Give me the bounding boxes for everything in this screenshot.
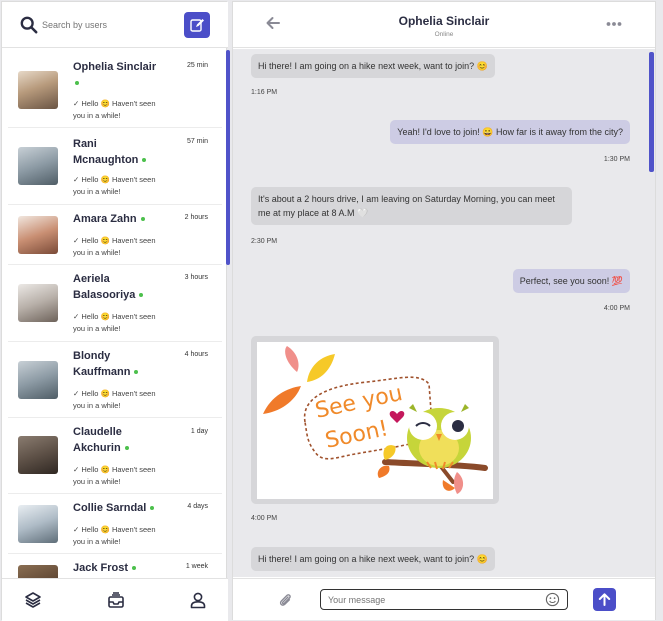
online-indicator	[132, 566, 137, 571]
svg-text:See you: See you	[313, 381, 405, 424]
message-list-scrollbar[interactable]	[649, 52, 654, 172]
contact-list: Ophelia Sinclair 25 min ✓ Hello 😊 Haven'…	[2, 50, 228, 578]
emoji-icon[interactable]	[545, 592, 560, 607]
contact-preview: ✓ Hello 😊 Haven't seen you in a while!	[73, 99, 156, 120]
avatar	[18, 361, 58, 399]
online-indicator	[75, 81, 79, 86]
layers-icon[interactable]	[24, 591, 42, 609]
bottom-nav	[2, 578, 228, 621]
inbox-icon[interactable]	[107, 591, 125, 609]
contact-preview: ✓ Hello 😊 Haven't seen you in a while!	[73, 175, 156, 196]
contact-time: 1 day	[190, 428, 208, 435]
contacts-panel: Ophelia Sinclair 25 min ✓ Hello 😊 Haven'…	[1, 1, 228, 621]
message-composer	[233, 578, 655, 620]
message-incoming: Hi there! I am going on a hike next week…	[251, 54, 495, 78]
contact-time: 25 min	[186, 62, 208, 69]
contact-name: Jack Frost	[73, 560, 163, 576]
send-button[interactable]	[593, 588, 616, 611]
contact-name: Rani Mcnaughton	[73, 136, 163, 168]
contact-item[interactable]: Amara Zahn 2 hours ✓ Hello 😊 Haven't see…	[8, 205, 222, 265]
contact-preview: ✓ Hello 😊 Haven't seen you in a while!	[73, 389, 156, 410]
more-icon[interactable]	[606, 20, 622, 28]
message-time: 4:00 PM	[251, 515, 278, 522]
online-indicator	[139, 293, 144, 298]
search-bar	[2, 2, 228, 48]
contact-item[interactable]: Claudelle Akchurin 1 day ✓ Hello 😊 Haven…	[8, 418, 222, 494]
contact-name: Ophelia Sinclair	[73, 59, 163, 91]
contact-preview: ✓ Hello 😊 Haven't seen you in a while!	[73, 312, 156, 333]
sticker-image: See you Soon!	[257, 342, 493, 499]
message-input[interactable]	[320, 589, 568, 610]
message-time: 2:30 PM	[251, 238, 278, 245]
message-incoming: Hi there! I am going on a hike next week…	[251, 547, 495, 571]
contact-name: Aeriela Balasooriya	[73, 271, 163, 303]
avatar	[18, 436, 58, 474]
contact-time: 57 min	[186, 138, 208, 145]
contact-time: 4 hours	[184, 351, 208, 358]
contact-item[interactable]: Blondy Kauffmann 4 hours ✓ Hello 😊 Haven…	[8, 342, 222, 418]
avatar	[18, 284, 58, 322]
user-icon[interactable]	[189, 591, 207, 609]
avatar	[18, 505, 58, 543]
message-time: 1:30 PM	[603, 156, 630, 163]
online-indicator	[124, 446, 129, 451]
contact-name: Claudelle Akchurin	[73, 424, 163, 456]
avatar	[18, 216, 58, 254]
svg-text:Soon!: Soon!	[323, 416, 390, 454]
message-incoming: It's about a 2 hours drive, I am leaving…	[251, 187, 572, 225]
online-indicator	[140, 217, 145, 222]
contact-name: Blondy Kauffmann	[73, 348, 163, 380]
send-icon	[598, 593, 611, 606]
avatar	[18, 565, 58, 578]
message-outgoing: Perfect, see you soon! 💯	[512, 269, 630, 293]
chat-app: Ophelia Sinclair 25 min ✓ Hello 😊 Haven'…	[0, 0, 663, 621]
search-icon[interactable]	[20, 16, 38, 34]
attach-icon[interactable]	[277, 592, 293, 608]
online-indicator	[150, 506, 155, 511]
contact-item[interactable]: Jack Frost 1 week	[8, 554, 222, 578]
chat-title: Ophelia Sinclair	[398, 14, 490, 28]
contact-item[interactable]: Collie Sarndal 4 days ✓ Hello 😊 Haven't …	[8, 494, 222, 554]
contact-item[interactable]: Ophelia Sinclair 25 min ✓ Hello 😊 Haven'…	[8, 50, 222, 128]
contact-time: 1 week	[185, 563, 208, 570]
message-time: 4:00 PM	[603, 305, 630, 312]
chat-status: Online	[434, 31, 454, 38]
contact-item[interactable]: Aeriela Balasooriya 3 hours ✓ Hello 😊 Ha…	[8, 265, 222, 342]
contact-list-scrollbar[interactable]	[226, 50, 230, 265]
message-outgoing: Yeah! I'd love to join! 😀 How far is it …	[390, 120, 630, 144]
contact-time: 3 hours	[184, 274, 208, 281]
contact-item[interactable]: Rani Mcnaughton 57 min ✓ Hello 😊 Haven't…	[8, 128, 222, 205]
message-list: Hi there! I am going on a hike next week…	[233, 49, 655, 577]
chat-header: Ophelia Sinclair Online	[233, 2, 655, 48]
contact-preview: ✓ Hello 😊 Haven't seen you in a while!	[73, 465, 156, 486]
sticker-message[interactable]: See you Soon!	[251, 336, 499, 504]
message-time: 1:16 PM	[251, 89, 278, 96]
contact-name: Amara Zahn	[73, 211, 163, 227]
compose-icon	[190, 19, 204, 32]
contact-time: 2 hours	[184, 214, 208, 221]
avatar	[18, 147, 58, 185]
contact-name: Collie Sarndal	[73, 500, 163, 516]
compose-button[interactable]	[184, 12, 210, 38]
online-indicator	[134, 370, 139, 375]
online-indicator	[142, 158, 147, 163]
avatar	[18, 71, 58, 109]
contact-time: 4 days	[187, 503, 208, 510]
search-input[interactable]	[42, 15, 172, 35]
contact-preview: ✓ Hello 😊 Haven't seen you in a while!	[73, 236, 156, 257]
chat-panel: Ophelia Sinclair Online Hi there! I am g…	[232, 1, 656, 620]
contact-preview: ✓ Hello 😊 Haven't seen you in a while!	[73, 525, 156, 546]
